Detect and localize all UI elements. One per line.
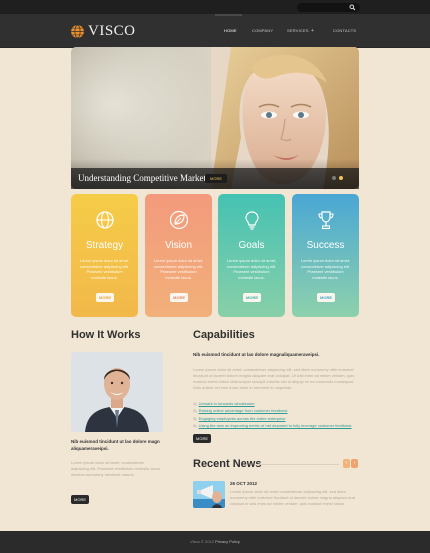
capabilities-link[interactable]: 2) Raising online advantage from customer… <box>193 407 363 414</box>
card-text: Lorem ipsum dolor sit amet, consectetuer… <box>226 258 277 280</box>
link-text[interactable]: Using the new an improving metric of net… <box>199 423 352 428</box>
slider-dot-1[interactable] <box>332 176 336 180</box>
list-number: 2) <box>193 408 197 414</box>
news-next-button[interactable]: › <box>351 459 358 468</box>
logo[interactable]: VISCO <box>70 22 136 40</box>
card-more-button[interactable]: MORE <box>96 293 114 302</box>
search-input[interactable] <box>301 3 349 12</box>
hero-more-button[interactable]: MORE <box>205 174 227 183</box>
capabilities-more-button[interactable]: MORE <box>193 434 211 443</box>
news-prev-button[interactable]: ‹ <box>343 459 350 468</box>
how-it-works-more-button[interactable]: MORE <box>71 495 89 504</box>
card-more-button[interactable]: MORE <box>170 293 188 302</box>
card-title: Strategy <box>85 240 124 251</box>
card-text: Lorem ipsum dolor sit amet, consectetuer… <box>153 258 204 280</box>
nav-company[interactable]: COMPANY <box>252 14 273 48</box>
site-header <box>0 14 430 48</box>
megaphone-image <box>193 481 225 508</box>
globe-icon <box>96 211 114 229</box>
card-success: Success Lorem ipsum dolor sit amet, cons… <box>292 194 359 317</box>
card-title: Success <box>306 240 345 251</box>
recent-news-heading: Recent News <box>193 458 262 470</box>
lightbulb-icon <box>245 211 259 230</box>
footer-copyright: Visco © 2012 <box>190 539 214 544</box>
trophy-icon <box>318 211 334 230</box>
card-title: Vision <box>164 240 193 251</box>
logo-text: VISCO <box>88 22 136 39</box>
nav-contacts[interactable]: CONTACTS <box>333 14 356 48</box>
card-more-button[interactable]: MORE <box>243 293 261 302</box>
how-it-works-image <box>71 352 163 432</box>
search-box[interactable] <box>297 3 360 12</box>
footer-text: Visco © 2012 Privacy Policy <box>0 531 430 553</box>
leaf-icon <box>169 210 189 230</box>
link-text[interactable]: Raising online advantage from customer f… <box>199 408 288 413</box>
slider-dot-2[interactable] <box>339 176 343 180</box>
nav-services[interactable]: SERVICES <box>287 14 309 48</box>
how-it-works-text: Lorem ipsum dolor sit amet, consectetuer… <box>71 460 162 477</box>
link-text[interactable]: Engaging employees across the entire ent… <box>199 416 286 421</box>
capabilities-heading: Capabilities <box>193 329 255 341</box>
capabilities-list: 1) Unmark in forwards wholesome 2) Raising… <box>193 400 363 429</box>
news-divider <box>257 464 339 465</box>
card-text: Lorem ipsum dolor sit amet, consectetuer… <box>300 258 351 280</box>
list-number: 3) <box>193 415 197 421</box>
card-strategy: Strategy Lorem ipsum dolor sit amet, con… <box>71 194 138 317</box>
card-goals: Goals Lorem ipsum dolor sit amet, consec… <box>218 194 285 317</box>
card-text: Lorem ipsum dolor sit amet, consectetuer… <box>79 258 130 280</box>
card-more-button[interactable]: MORE <box>317 293 335 302</box>
capabilities-subtitle: Nib euismod tincidunt ut lao dolore magn… <box>193 352 320 357</box>
nav-home[interactable]: HOME <box>224 14 237 48</box>
globe-logo-icon <box>71 24 84 38</box>
news-thumbnail[interactable] <box>193 481 225 508</box>
services-dropdown-icon[interactable]: + <box>311 14 314 48</box>
news-date: 26 OCT 2012 <box>230 481 258 486</box>
news-text: Lorem ipsum dolor sit amet consectetuer … <box>230 489 355 506</box>
list-number: 1) <box>193 401 197 406</box>
search-icon[interactable] <box>349 4 356 11</box>
businessman-photo <box>71 352 163 432</box>
capabilities-link[interactable]: 4) Using the new an improving metric of n… <box>193 422 363 429</box>
capabilities-text: Lorem ipsum dolor sit amet, consectetuer… <box>193 367 355 390</box>
capabilities-link[interactable]: 3) Engaging employees across the entire e… <box>193 415 363 422</box>
list-number: 4) <box>193 422 197 428</box>
how-it-works-subtitle: Nib euismod tincidunt ut lao dolore magn… <box>71 439 160 451</box>
link-text[interactable]: Unmark in forwards wholesome <box>199 401 255 406</box>
how-it-works-heading: How It Works <box>71 329 141 341</box>
privacy-policy-link[interactable]: Privacy Policy <box>215 539 240 544</box>
card-title: Goals <box>238 240 265 251</box>
capabilities-link[interactable]: 1) Unmark in forwards wholesome <box>193 400 363 407</box>
card-vision: Vision Lorem ipsum dolor sit amet, conse… <box>145 194 212 317</box>
top-bar <box>0 0 430 14</box>
hero-caption: Understanding Competitive Markets <box>78 173 210 183</box>
